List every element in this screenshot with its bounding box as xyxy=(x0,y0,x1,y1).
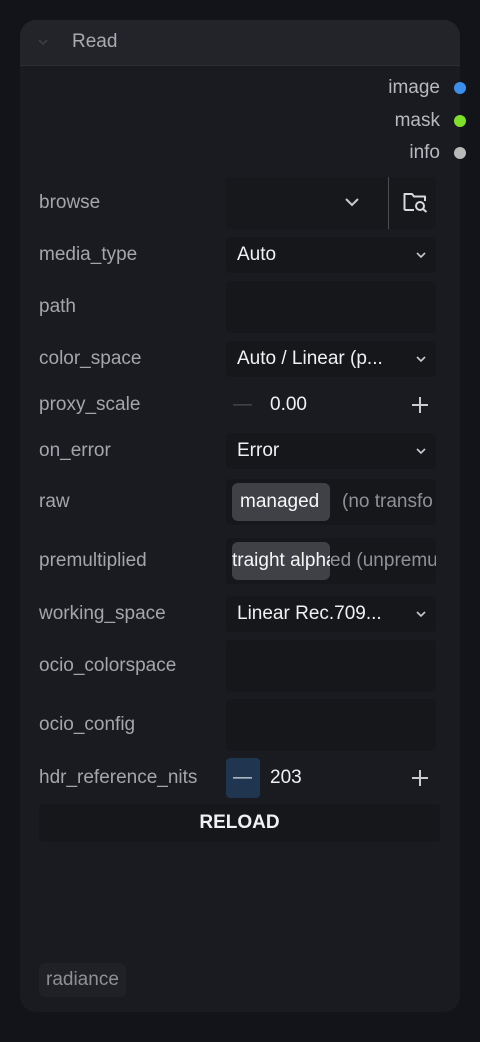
color-space-select[interactable]: Auto / Linear (p... xyxy=(226,341,436,377)
working-space-value: Linear Rec.709... xyxy=(237,603,382,624)
raw-option-managed-label: managed xyxy=(240,491,320,512)
proxy-scale-label: proxy_scale xyxy=(39,394,141,415)
collapse-chevron-icon[interactable] xyxy=(38,37,48,47)
premultiplied-option-straight-alpha[interactable]: traight alpha xyxy=(232,542,330,580)
premultiplied-label: premultiplied xyxy=(39,550,147,571)
working-space-row: working_space Linear Rec.709... xyxy=(20,596,460,632)
media-type-value: Auto xyxy=(237,244,277,265)
output-image-socket[interactable] xyxy=(454,82,466,94)
browse-label: browse xyxy=(39,192,101,213)
ocio-config-label: ocio_config xyxy=(39,714,136,735)
reload-button[interactable]: RELOAD xyxy=(39,804,440,842)
output-image: image xyxy=(20,76,460,100)
output-info: info xyxy=(20,141,460,165)
premultiplied-toggle[interactable]: traight alpha ed (unpremu xyxy=(226,538,436,584)
output-mask-socket[interactable] xyxy=(454,115,466,127)
chevron-down-icon xyxy=(416,611,426,618)
color-space-label: color_space xyxy=(39,348,142,369)
media-type-select[interactable]: Auto xyxy=(226,237,436,273)
output-info-label: info xyxy=(409,142,440,163)
output-image-label: image xyxy=(388,77,440,98)
path-row: path xyxy=(20,281,460,333)
premultiplied-option-straight-alpha-label: traight alpha xyxy=(232,550,330,571)
decrement-button[interactable]: — xyxy=(233,393,252,417)
raw-option-other[interactable]: (no transfo xyxy=(342,490,433,514)
color-space-value: Auto / Linear (p... xyxy=(237,348,383,369)
premultiplied-option-other[interactable]: ed (unpremu xyxy=(330,549,436,573)
hdr-reference-nits-value[interactable]: 203 xyxy=(270,766,302,790)
folder-search-icon[interactable] xyxy=(403,191,429,213)
raw-toggle[interactable]: managed (no transfo xyxy=(226,479,436,525)
output-mask-label: mask xyxy=(394,110,440,131)
path-label: path xyxy=(39,296,76,317)
proxy-scale-stepper[interactable]: — 0.00 xyxy=(226,387,436,423)
plus-icon[interactable] xyxy=(411,769,429,787)
ocio-colorspace-row: ocio_colorspace xyxy=(20,640,460,692)
browse-dropdown[interactable] xyxy=(226,177,436,229)
chevron-down-icon xyxy=(416,252,426,259)
path-input[interactable] xyxy=(226,281,436,333)
chevron-down-icon xyxy=(416,448,426,455)
browse-row: browse xyxy=(20,177,460,229)
raw-row: raw managed (no transfo xyxy=(20,479,460,525)
working-space-label: working_space xyxy=(39,603,166,624)
plus-icon[interactable] xyxy=(411,396,429,414)
ocio-config-row: ocio_config xyxy=(20,699,460,751)
on-error-label: on_error xyxy=(39,440,111,461)
on-error-select[interactable]: Error xyxy=(226,433,436,469)
output-mask: mask xyxy=(20,109,460,133)
decrement-button[interactable]: — xyxy=(226,758,260,798)
media-type-label: media_type xyxy=(39,244,138,265)
on-error-row: on_error Error xyxy=(20,433,460,469)
hdr-reference-nits-label: hdr_reference_nits xyxy=(39,767,198,788)
chevron-down-icon[interactable] xyxy=(345,197,359,207)
ocio-config-input[interactable] xyxy=(226,699,436,751)
proxy-scale-row: proxy_scale — 0.00 xyxy=(20,387,460,423)
ocio-colorspace-input[interactable] xyxy=(226,640,436,692)
hdr-reference-nits-row: hdr_reference_nits — 203 xyxy=(20,758,460,798)
raw-label: raw xyxy=(39,491,70,512)
node-title: Read xyxy=(72,31,118,52)
output-info-socket[interactable] xyxy=(454,147,466,159)
browse-divider xyxy=(388,177,389,229)
proxy-scale-value[interactable]: 0.00 xyxy=(270,393,307,417)
node-source-badge: radiance xyxy=(39,963,126,997)
on-error-value: Error xyxy=(237,440,280,461)
premultiplied-row: premultiplied traight alpha ed (unpremu xyxy=(20,538,460,584)
read-node[interactable]: Read image mask info browse media_type A… xyxy=(20,20,460,1012)
minus-icon: — xyxy=(233,767,252,788)
hdr-reference-nits-stepper[interactable]: — 203 xyxy=(226,758,436,798)
media-type-row: media_type Auto xyxy=(20,237,460,273)
color-space-row: color_space Auto / Linear (p... xyxy=(20,341,460,377)
ocio-colorspace-label: ocio_colorspace xyxy=(39,655,177,676)
working-space-select[interactable]: Linear Rec.709... xyxy=(226,596,436,632)
chevron-down-icon xyxy=(416,356,426,363)
node-header[interactable]: Read xyxy=(20,20,460,66)
raw-option-managed[interactable]: managed xyxy=(232,483,330,521)
